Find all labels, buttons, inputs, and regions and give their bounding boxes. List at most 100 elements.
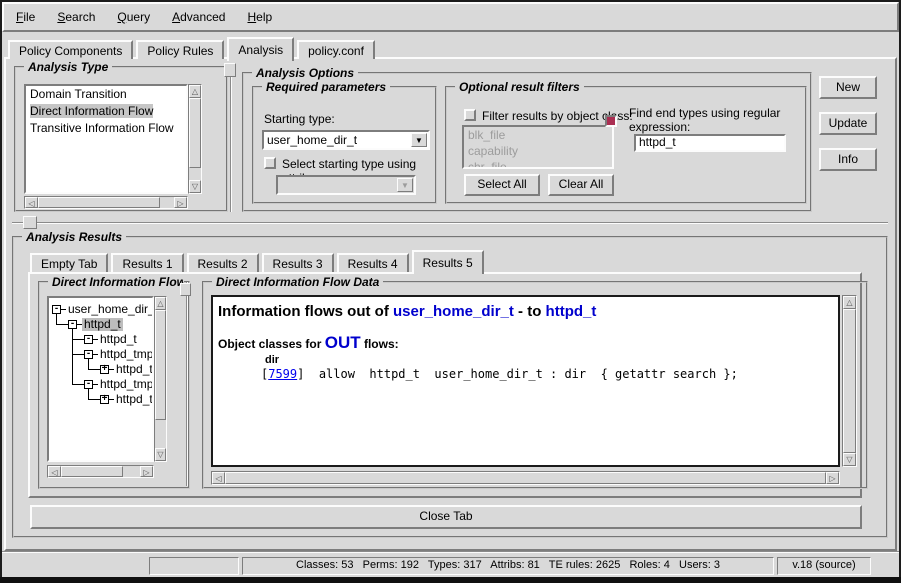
- tab-analysis[interactable]: Analysis: [227, 37, 294, 61]
- tree-node[interactable]: -httpd_tmpfs_: [72, 377, 154, 392]
- flow-data-vscrollbar[interactable]: △ ▽: [842, 295, 857, 467]
- scroll-left-icon[interactable]: ◁: [212, 472, 225, 484]
- tab-empty-tab[interactable]: Empty Tab: [30, 253, 108, 272]
- tab-results-2[interactable]: Results 2: [187, 253, 259, 272]
- tree-node-label[interactable]: user_home_dir_t: [66, 303, 154, 316]
- scroll-thumb[interactable]: [61, 466, 123, 477]
- tree-node[interactable]: -httpd_tmp_t: [72, 347, 154, 362]
- collapse-icon[interactable]: -: [68, 320, 77, 329]
- tree-node[interactable]: -user_home_dir_t: [52, 302, 154, 317]
- tab-results-1[interactable]: Results 1: [111, 253, 183, 272]
- rule-number-link[interactable]: 7599: [268, 367, 297, 381]
- flow-tree-title: Direct Information Flow T: [48, 275, 184, 289]
- pane-sash-vertical[interactable]: [186, 282, 188, 486]
- list-item: blk_file: [464, 127, 612, 143]
- object-class-checkbox[interactable]: [464, 109, 476, 121]
- scroll-up-icon[interactable]: △: [189, 85, 201, 98]
- attrib-combobox: ▼: [276, 175, 416, 195]
- scroll-up-icon[interactable]: △: [155, 297, 166, 310]
- collapse-icon[interactable]: -: [84, 380, 93, 389]
- tree-node-label[interactable]: httpd_tmp_t: [98, 348, 154, 361]
- scroll-left-icon[interactable]: ◁: [48, 466, 61, 477]
- list-item[interactable]: Direct Information Flow: [26, 103, 186, 120]
- collapse-icon[interactable]: -: [84, 350, 93, 359]
- menu-help[interactable]: Help: [239, 5, 280, 29]
- info-button[interactable]: Info: [819, 148, 877, 171]
- tree-node-label[interactable]: httpd_t: [114, 363, 154, 376]
- status-policy-version: v.18 (source): [777, 557, 871, 575]
- tab-results-3[interactable]: Results 3: [262, 253, 334, 272]
- results-tab-bar: Empty Tab Results 1 Results 2 Results 3 …: [30, 249, 487, 272]
- regex-input[interactable]: httpd_t: [634, 134, 786, 152]
- scroll-thumb[interactable]: [38, 197, 160, 208]
- regex-checkbox-label-line1[interactable]: Find end types using regular: [629, 106, 780, 120]
- tree-node-label[interactable]: httpd_t: [114, 393, 154, 406]
- tab-results-5[interactable]: Results 5: [412, 250, 484, 274]
- clear-all-button[interactable]: Clear All: [548, 174, 614, 196]
- new-button[interactable]: New: [819, 76, 877, 99]
- select-all-button[interactable]: Select All: [464, 174, 540, 196]
- tree-node[interactable]: -httpd_t: [72, 332, 139, 347]
- pane-sash-handle[interactable]: [224, 63, 236, 77]
- scroll-thumb[interactable]: [189, 98, 201, 168]
- analysis-type-title: Analysis Type: [24, 60, 112, 74]
- scroll-down-icon[interactable]: ▽: [155, 448, 166, 461]
- update-button[interactable]: Update: [819, 112, 877, 135]
- analysis-type-hscrollbar[interactable]: ◁ ▷: [24, 196, 188, 209]
- status-empty-box: [149, 557, 239, 575]
- scroll-thumb[interactable]: [843, 309, 856, 453]
- flow-tree-vscrollbar[interactable]: △ ▽: [154, 296, 167, 462]
- tree-line: [72, 384, 84, 385]
- scroll-thumb[interactable]: [155, 310, 166, 420]
- scroll-down-icon[interactable]: ▽: [843, 453, 856, 466]
- flow-headline: Information flows out of user_home_dir_t…: [218, 303, 596, 320]
- tree-node-label[interactable]: httpd_tmpfs_: [98, 378, 154, 391]
- tab-policy-components[interactable]: Policy Components: [8, 40, 133, 59]
- scroll-left-icon[interactable]: ◁: [25, 197, 38, 208]
- collapse-icon[interactable]: -: [84, 335, 93, 344]
- tree-node[interactable]: + httpd_t: [88, 362, 154, 377]
- list-item[interactable]: Transitive Information Flow: [26, 120, 186, 137]
- menu-search[interactable]: Search: [49, 5, 103, 29]
- starting-type-label: Starting type:: [264, 112, 335, 126]
- flow-data-textarea[interactable]: Information flows out of user_home_dir_t…: [211, 295, 840, 467]
- menu-advanced[interactable]: Advanced: [164, 5, 233, 29]
- tree-node-label[interactable]: httpd_t: [98, 333, 139, 346]
- scroll-down-icon[interactable]: ▽: [189, 180, 201, 193]
- menu-query[interactable]: Query: [109, 5, 158, 29]
- analysis-type-listbox[interactable]: Domain Transition Direct Information Flo…: [24, 84, 188, 194]
- scroll-up-icon[interactable]: △: [843, 296, 856, 309]
- tree-line: [88, 369, 100, 370]
- tree-node-label[interactable]: httpd_t: [82, 318, 123, 331]
- flow-data-title: Direct Information Flow Data: [212, 275, 383, 289]
- pane-sash-horizontal[interactable]: [12, 222, 888, 224]
- close-tab-button[interactable]: Close Tab: [30, 505, 862, 529]
- pane-sash-handle[interactable]: [23, 216, 37, 229]
- pane-sash-handle[interactable]: [180, 283, 191, 296]
- starting-type-combobox[interactable]: user_home_dir_t ▼: [262, 130, 430, 150]
- regex-checkbox-label-line2[interactable]: expression:: [629, 120, 690, 134]
- tree-node[interactable]: + httpd_t: [88, 392, 154, 407]
- scroll-right-icon[interactable]: ▷: [140, 466, 153, 477]
- menu-file[interactable]: File: [8, 5, 43, 29]
- tab-policy-rules[interactable]: Policy Rules: [136, 40, 224, 59]
- tab-policy-conf[interactable]: policy.conf: [297, 40, 375, 59]
- pane-sash-vertical[interactable]: [230, 64, 232, 212]
- flow-tree-hscrollbar[interactable]: ◁ ▷: [47, 465, 154, 478]
- dropdown-arrow-icon: ▼: [397, 178, 413, 192]
- scroll-thumb[interactable]: [225, 472, 826, 484]
- dropdown-arrow-icon[interactable]: ▼: [411, 133, 427, 147]
- list-item[interactable]: Domain Transition: [26, 86, 186, 103]
- regex-checkbox[interactable]: [605, 115, 617, 127]
- flow-tree[interactable]: -user_home_dir_t -httpd_t -httpd_t -http…: [47, 296, 154, 462]
- tree-node[interactable]: -httpd_t: [56, 317, 123, 332]
- scroll-right-icon[interactable]: ▷: [174, 197, 187, 208]
- scroll-right-icon[interactable]: ▷: [826, 472, 839, 484]
- attrib-checkbox[interactable]: [264, 157, 276, 169]
- analysis-type-vscrollbar[interactable]: △ ▽: [188, 84, 202, 194]
- expand-icon[interactable]: +: [100, 395, 109, 404]
- collapse-icon[interactable]: -: [52, 305, 61, 314]
- tab-results-4[interactable]: Results 4: [337, 253, 409, 272]
- flow-data-hscrollbar[interactable]: ◁ ▷: [211, 471, 840, 485]
- expand-icon[interactable]: +: [100, 365, 109, 374]
